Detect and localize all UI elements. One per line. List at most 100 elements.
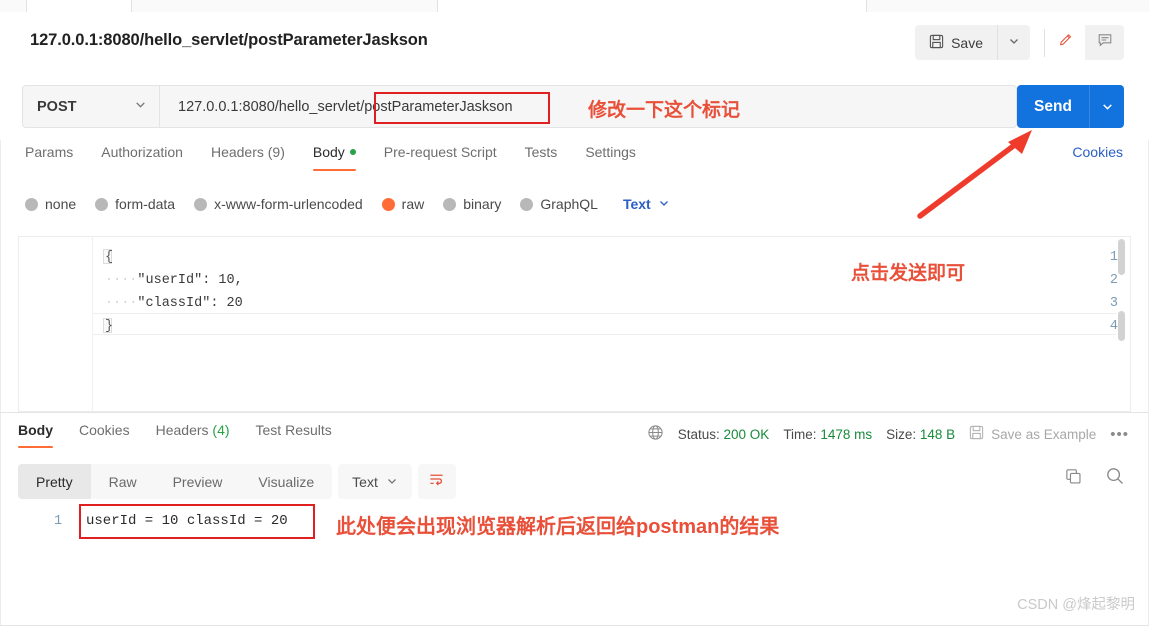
status-label: Status: bbox=[677, 426, 720, 442]
chevron-down-icon bbox=[386, 474, 398, 490]
body-type-form-data-label: form-data bbox=[115, 196, 176, 212]
comment-icon bbox=[1097, 32, 1113, 53]
radio-icon bbox=[95, 197, 109, 211]
response-action-icons bbox=[1064, 466, 1125, 491]
view-raw-button[interactable]: Raw bbox=[91, 464, 155, 499]
copy-icon[interactable] bbox=[1064, 467, 1083, 491]
response-line-number: 1 bbox=[54, 514, 63, 529]
response-view-toolbar: Pretty Raw Preview Visualize Text bbox=[18, 464, 456, 499]
url-highlight-text: postParameterJaskson bbox=[364, 98, 513, 115]
pencil-icon bbox=[1058, 32, 1074, 53]
code-line-1: { bbox=[105, 250, 114, 265]
view-pretty-button[interactable]: Pretty bbox=[18, 464, 91, 499]
response-tab-body[interactable]: Body bbox=[18, 422, 53, 448]
code-line-3: "classId": 20 bbox=[137, 296, 243, 311]
url-prefix-text: 127.0.0.1:8080/hello_servlet/ bbox=[178, 98, 365, 115]
response-format-select[interactable]: Text bbox=[338, 464, 412, 499]
radio-icon bbox=[443, 197, 457, 211]
response-tab-test-results[interactable]: Test Results bbox=[256, 422, 332, 448]
url-input[interactable]: 127.0.0.1:8080/hello_servlet/postParamet… bbox=[159, 85, 1017, 128]
tab-settings-label: Settings bbox=[585, 144, 636, 160]
cookies-link[interactable]: Cookies bbox=[1072, 144, 1123, 160]
tab-tests-label: Tests bbox=[524, 144, 558, 160]
editor-gutter bbox=[19, 237, 93, 411]
floppy-disk-icon bbox=[969, 425, 984, 443]
response-body-viewer[interactable]: 1 userId = 10 classId = 20 bbox=[18, 505, 1131, 605]
tab-body[interactable]: Body bbox=[312, 144, 356, 171]
response-tab-body-label: Body bbox=[18, 422, 53, 438]
editor-scrollbar-thumb-bottom[interactable] bbox=[1118, 311, 1125, 341]
response-format-label: Text bbox=[352, 473, 378, 490]
size-label: Size: bbox=[886, 426, 917, 442]
edit-request-button[interactable] bbox=[1046, 25, 1085, 60]
line-number: 3 bbox=[1109, 296, 1118, 311]
save-button[interactable]: Save bbox=[915, 25, 997, 60]
save-button-label: Save bbox=[951, 34, 983, 51]
search-icon[interactable] bbox=[1105, 466, 1125, 491]
body-type-raw[interactable]: raw bbox=[381, 196, 424, 212]
request-body-editor[interactable]: 1 2 3 4 { ····"userId": 10, ····"classId… bbox=[18, 236, 1131, 412]
request-tabs-bar: Params Authorization Headers (9) Body Pr… bbox=[0, 144, 1149, 181]
radio-icon bbox=[194, 197, 208, 211]
tab-tests[interactable]: Tests bbox=[525, 144, 558, 171]
tab-params[interactable]: Params bbox=[25, 144, 73, 171]
save-dropdown-button[interactable] bbox=[997, 25, 1030, 60]
chevron-down-icon bbox=[1008, 34, 1020, 52]
watermark: CSDN @烽起黎明 bbox=[1017, 597, 1135, 613]
tab-headers[interactable]: Headers (9) bbox=[211, 144, 285, 171]
chevron-down-icon bbox=[134, 98, 147, 116]
response-body-text: userId = 10 classId = 20 bbox=[86, 513, 288, 529]
floppy-disk-icon bbox=[929, 34, 944, 52]
response-tab-cookies-label: Cookies bbox=[79, 422, 130, 438]
editor-separator bbox=[93, 313, 1116, 314]
http-method-select[interactable]: POST bbox=[22, 85, 159, 128]
send-button[interactable]: Send bbox=[1017, 85, 1124, 128]
view-preview-label: Preview bbox=[172, 473, 223, 490]
response-tab-headers-label: Headers bbox=[155, 422, 209, 438]
indent-dots: ···· bbox=[105, 296, 138, 311]
view-preview-button[interactable]: Preview bbox=[155, 464, 241, 499]
response-tab-cookies[interactable]: Cookies bbox=[79, 422, 130, 448]
body-format-select[interactable]: Text bbox=[623, 196, 670, 212]
save-as-example-label: Save as Example bbox=[991, 426, 1097, 442]
body-type-radio-group: none form-data x-www-form-urlencoded raw… bbox=[25, 196, 670, 212]
view-pretty-label: Pretty bbox=[36, 473, 73, 490]
body-type-urlencoded[interactable]: x-www-form-urlencoded bbox=[194, 196, 363, 212]
response-tab-headers[interactable]: Headers (4) bbox=[156, 422, 230, 448]
editor-scrollbar[interactable] bbox=[1118, 239, 1128, 409]
tab-headers-label: Headers (9) bbox=[210, 144, 285, 160]
save-as-example-button[interactable]: Save as Example bbox=[969, 425, 1096, 443]
request-title: 127.0.0.1:8080/hello_servlet/postParamet… bbox=[30, 31, 428, 49]
response-status: Status: 200 OK bbox=[678, 427, 770, 442]
tab-authorization[interactable]: Authorization bbox=[101, 144, 183, 171]
code-line-2-row: ····"userId": 10, bbox=[105, 273, 243, 288]
body-type-form-data[interactable]: form-data bbox=[95, 196, 175, 212]
body-type-urlencoded-label: x-www-form-urlencoded bbox=[214, 196, 363, 212]
radio-icon bbox=[520, 197, 534, 211]
editor-separator bbox=[93, 334, 1116, 335]
response-divider bbox=[0, 412, 1149, 413]
body-type-graphql[interactable]: GraphQL bbox=[520, 196, 598, 212]
request-header-bar: 127.0.0.1:8080/hello_servlet/postParamet… bbox=[0, 12, 1149, 75]
ellipsis-icon[interactable]: ••• bbox=[1110, 426, 1129, 443]
indent-dots: ···· bbox=[105, 273, 138, 288]
comment-button[interactable] bbox=[1085, 25, 1124, 60]
code-line-2: "userId": 10, bbox=[137, 273, 243, 288]
word-wrap-icon bbox=[428, 471, 445, 492]
view-visualize-button[interactable]: Visualize bbox=[240, 464, 332, 499]
response-tab-test-results-label: Test Results bbox=[255, 422, 332, 438]
response-meta-bar: Status: 200 OK Time: 1478 ms Size: 148 B… bbox=[647, 424, 1129, 444]
radio-selected-icon bbox=[381, 197, 395, 211]
tab-pre-request-script[interactable]: Pre-request Script bbox=[384, 144, 497, 171]
code-line-3-row: ····"classId": 20 bbox=[105, 296, 243, 311]
body-format-label: Text bbox=[622, 196, 651, 212]
tab-settings[interactable]: Settings bbox=[585, 144, 636, 171]
send-dropdown-button[interactable] bbox=[1089, 85, 1124, 128]
view-raw-label: Raw bbox=[108, 473, 137, 490]
size-value: 148 B bbox=[919, 426, 956, 442]
editor-scrollbar-thumb-top[interactable] bbox=[1118, 239, 1125, 275]
status-value: 200 OK bbox=[723, 426, 770, 442]
word-wrap-button[interactable] bbox=[417, 464, 456, 499]
body-type-none[interactable]: none bbox=[25, 196, 76, 212]
body-type-binary[interactable]: binary bbox=[443, 196, 501, 212]
